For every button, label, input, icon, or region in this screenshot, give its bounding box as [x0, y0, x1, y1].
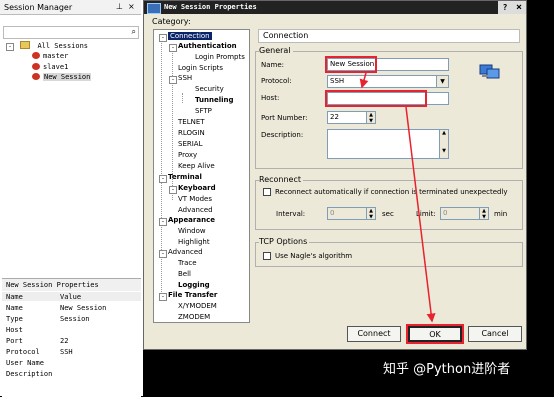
property-value: Session	[60, 315, 90, 323]
property-row: Name New Session	[2, 303, 141, 314]
session-manager-titlebar: Session Manager ⊥ ×	[0, 0, 141, 15]
expand-icon[interactable]: -	[6, 43, 14, 51]
annotation-arrows	[359, 72, 436, 323]
session-manager-title: Session Manager	[4, 3, 73, 12]
property-row: Description	[2, 369, 141, 380]
tree-root-label: All Sessions	[37, 42, 89, 50]
session-item-slave1[interactable]: slave1	[32, 63, 68, 71]
search-icon[interactable]: ⌕	[132, 27, 136, 37]
session-manager-panel: Session Manager ⊥ × ⌕ - All Sessions mas…	[0, 0, 143, 397]
property-row: Protocol SSH	[2, 347, 141, 358]
col-value-header: Value	[60, 293, 82, 301]
property-value: 22	[60, 337, 69, 345]
arrow-name-to-host	[359, 72, 369, 89]
session-icon	[32, 52, 40, 59]
session-filter-input[interactable]: ⌕	[3, 26, 139, 39]
session-label: master	[43, 52, 69, 60]
property-value: New Session	[60, 304, 107, 312]
session-item-new-session[interactable]: New Session	[32, 73, 92, 81]
tree-root-all-sessions[interactable]: - All Sessions	[6, 41, 88, 51]
property-row: Host	[2, 325, 141, 336]
property-name: Host	[6, 326, 23, 334]
session-icon	[32, 73, 40, 80]
new-session-properties-dialog: New Session Properties ? × Category: - C…	[143, 0, 527, 350]
session-icon	[32, 63, 40, 70]
property-value: SSH	[60, 348, 73, 356]
property-name: Protocol	[6, 348, 40, 356]
close-icon[interactable]: ×	[128, 2, 135, 11]
property-name: Port	[6, 337, 23, 345]
session-label: slave1	[43, 63, 69, 71]
session-label: New Session	[43, 73, 92, 81]
property-row: User Name	[2, 358, 141, 369]
property-name: Description	[6, 370, 53, 378]
arrow-host-to-ok	[405, 106, 436, 323]
watermark: 知乎 @Python进阶者	[383, 362, 511, 377]
property-name: User Name	[6, 359, 44, 367]
property-row: Type Session	[2, 314, 141, 325]
session-properties-panel: New Session Properties Name Value Name Ne…	[2, 278, 141, 397]
property-name: Type	[6, 315, 23, 323]
col-name-header: Name	[6, 293, 23, 301]
pin-icon[interactable]: ⊥	[116, 2, 123, 11]
properties-header-row: Name Value	[2, 292, 141, 301]
property-name: Name	[6, 304, 23, 312]
property-row: Port 22	[2, 336, 141, 347]
folder-icon	[20, 41, 31, 49]
session-item-master[interactable]: master	[32, 52, 68, 60]
properties-title: New Session Properties	[2, 279, 141, 291]
